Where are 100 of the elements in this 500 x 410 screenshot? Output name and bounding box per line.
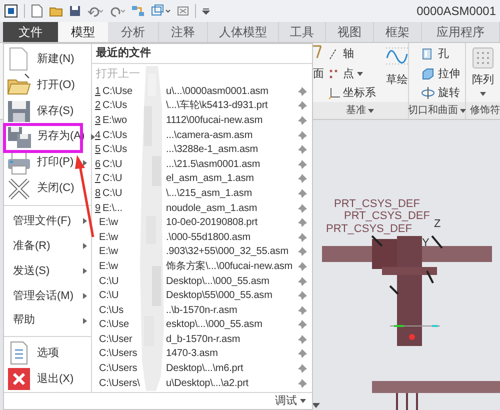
group-label[interactable]: 基准 (346, 103, 366, 118)
recent-file-name[interactable]: 1112\00fucai-new.asm (166, 112, 263, 128)
recent-file-name[interactable]: d_b-1570n-r.asm (166, 332, 240, 347)
recent-file-path[interactable]: 8 C:\U (95, 188, 122, 199)
recent-file-name[interactable]: 10-0e0-20190808.prt (166, 215, 258, 230)
ribbon-tab[interactable]: 分析 (108, 22, 159, 42)
ribbon-tab[interactable]: 注释 (159, 22, 208, 42)
caret-icon (368, 108, 374, 112)
menu-item[interactable]: 帮助 (7, 308, 91, 334)
pin-icon (298, 116, 307, 125)
recent-file-path[interactable]: C:\Users\ (99, 378, 140, 389)
menu-item[interactable]: 新建(N) (7, 46, 91, 72)
recent-file-path[interactable]: C:\U (99, 276, 119, 287)
save-icon (7, 98, 31, 123)
recent-file-path[interactable]: C:\Us (99, 304, 124, 316)
recent-file-path[interactable]: E:\w (99, 217, 118, 228)
recent-file-name[interactable]: \...\215_asm_1.asm (166, 186, 252, 201)
feature-button[interactable]: 拉伸 (438, 66, 460, 82)
exit-icon (7, 367, 31, 392)
recent-file-path[interactable]: C:\Use (99, 319, 129, 330)
menu-item[interactable]: 管理文件(F) (7, 208, 91, 234)
feature-button[interactable]: 孔 (438, 46, 449, 62)
recent-file-name[interactable]: ...\21.5\asm0001.asm (166, 156, 260, 172)
submenu-arrow-icon (83, 160, 87, 166)
recent-file-path[interactable]: 7 C:\U (95, 173, 122, 184)
sketch-button[interactable]: 草绘 (386, 72, 408, 88)
recent-file-name[interactable]: u\Desktop\...\a2.prt (166, 376, 248, 391)
recent-file-path[interactable]: 4 C:\Us (95, 130, 127, 141)
extrude-icon (421, 66, 435, 81)
ribbon-tab[interactable]: 文件 (3, 22, 58, 42)
recent-file-name[interactable]: 1470-3.asm (166, 346, 218, 362)
recent-file-path[interactable]: 1 C:\Use (95, 86, 132, 97)
ribbon-tab[interactable]: 人体模型 (208, 22, 279, 42)
ribbon-tab[interactable]: 工具 (279, 22, 326, 42)
regenerate-icon (131, 4, 145, 18)
pin-icon (298, 86, 307, 96)
ribbon-tab[interactable]: 框架 (374, 22, 422, 42)
pattern-button[interactable]: 阵列 (472, 72, 494, 88)
recent-file-name[interactable]: u\...\0000asm0001.asm (166, 84, 268, 99)
recent-file-path[interactable]: E:\w (99, 246, 118, 258)
pin-icon (298, 232, 307, 242)
printer-icon (7, 150, 31, 175)
recent-file-name[interactable]: el_asm_asm_1.asm (166, 171, 254, 186)
recent-file-name[interactable]: ..\b-1570n-r.asm (166, 302, 238, 318)
plane-label[interactable]: 面 (313, 66, 324, 82)
debug-menu[interactable]: 调试 (275, 393, 297, 410)
model-label: Y (422, 238, 430, 249)
menu-item[interactable]: 准备(R) (7, 233, 91, 258)
pin-icon (298, 262, 307, 271)
datum-button[interactable]: 坐标系 (343, 85, 376, 102)
recent-file-path[interactable]: C:\U (99, 290, 119, 302)
datum-button[interactable]: 点 (343, 66, 354, 82)
menu-item[interactable]: 关闭(C) (7, 176, 91, 202)
recent-file-name[interactable]: noudole_asm_1.asm (166, 200, 258, 216)
recent-file-path[interactable]: C:\User (99, 334, 132, 345)
pin-icon (298, 320, 307, 330)
pin-icon (298, 276, 307, 286)
save-icon (69, 5, 81, 17)
recent-file-path[interactable]: C:\Users (99, 348, 138, 360)
recent-file-path[interactable]: E:\w (99, 232, 118, 243)
menu-item[interactable]: 退出(X) (7, 366, 91, 392)
recent-file-name[interactable]: Desktop\...\m6.prt (166, 361, 244, 376)
recent-file-path[interactable]: 3 E:\wo (95, 114, 127, 126)
recent-file-name[interactable]: .\000-55d1800.asm (166, 230, 250, 245)
app-icon (4, 4, 18, 18)
recent-file-path[interactable]: C:\Users (99, 363, 138, 374)
recent-file-name[interactable]: Desktop\...\000_55.asm (166, 274, 270, 289)
recent-file-path[interactable]: 6 C:\U (95, 158, 122, 170)
folder-icon (49, 5, 63, 17)
pin-icon (298, 378, 307, 388)
ribbon-tab[interactable]: 视图 (326, 22, 374, 42)
ribbon-tab[interactable]: 应用程序 (422, 22, 500, 42)
recent-file-name[interactable]: ...\3288e-1_asm.asm (166, 142, 258, 158)
recent-file-name[interactable]: Desktop\55\000_55.asm (166, 288, 272, 304)
menu-item[interactable]: 发送(S) (7, 258, 91, 284)
feature-button[interactable]: 旋转 (438, 85, 460, 102)
recent-file-path[interactable]: 2 C:\Us (95, 100, 127, 112)
recent-file-name[interactable]: ...\camera-asm.asm (166, 128, 253, 143)
menu-item[interactable]: 打开(O) (7, 72, 91, 98)
recent-file-name[interactable]: esktop\...\000_55.asm (166, 317, 262, 332)
pin-icon (298, 364, 307, 374)
recent-file-path[interactable]: 9 E:\... (95, 202, 122, 214)
recent-file-path[interactable]: E:\w (99, 260, 118, 272)
menu-item[interactable]: 保存(S) (7, 98, 91, 124)
datum-button[interactable]: 轴 (343, 46, 354, 62)
recent-file-name[interactable]: \...\车轮\k5413-d931.prt (166, 98, 268, 114)
caret-icon (460, 108, 466, 112)
menu-item[interactable]: 选项 (7, 340, 91, 366)
recent-file-name[interactable]: 饰条方案\...\00fucai-new.asm (166, 258, 293, 274)
pin-icon (298, 291, 307, 300)
recent-file-name[interactable]: .903\32+55\000_32_55.asm (166, 244, 288, 260)
caret-icon (357, 72, 363, 76)
submenu-arrow-icon (90, 134, 95, 140)
ribbon-tab[interactable]: 模型 (58, 22, 108, 42)
menu-item[interactable]: 管理会话(M) (7, 283, 91, 308)
caret-icon (480, 92, 486, 96)
recent-file-path[interactable]: 5 C:\Us (95, 144, 127, 156)
save-as-icon (7, 124, 31, 149)
model-label: PRT_CSYS_DEF (344, 211, 430, 222)
pin-icon (298, 247, 307, 256)
